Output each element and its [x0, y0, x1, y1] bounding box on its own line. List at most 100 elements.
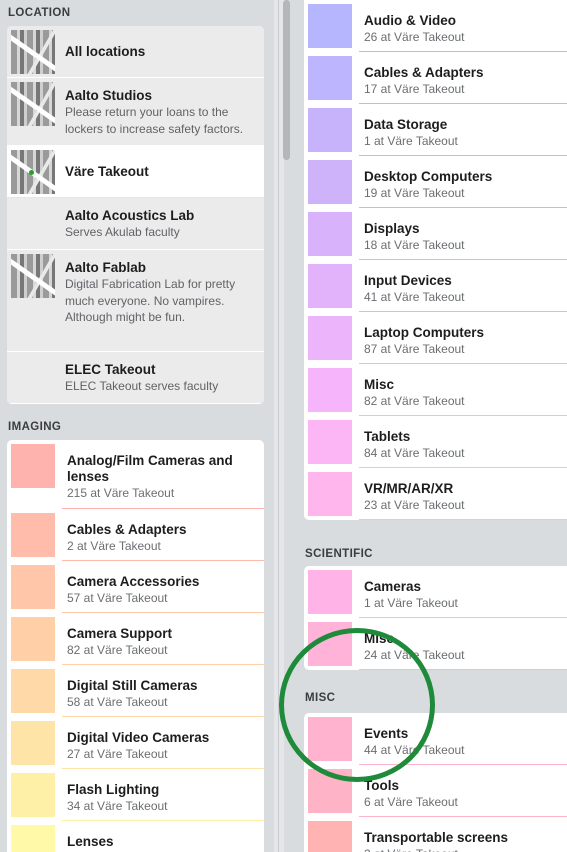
category-item-camera-support[interactable]: Camera Support 82 at Väre Takeout [7, 613, 264, 665]
location-item-elec-takeout[interactable]: ELEC Takeout ELEC Takeout serves faculty [7, 352, 264, 404]
category-color-swatch [308, 769, 352, 813]
category-color-swatch [308, 56, 352, 100]
category-title: Input Devices [364, 273, 452, 288]
category-item-displays[interactable]: Displays 18 at Väre Takeout [304, 208, 567, 260]
category-item-transportable-screens[interactable]: Transportable screens2 at Väre Takeout [304, 817, 567, 852]
category-title: Analog/Film Cameras and lenses [67, 453, 233, 484]
location-title: Aalto Acoustics Lab [65, 208, 195, 223]
category-color-swatch [308, 821, 352, 852]
category-count: 34 at Väre Takeout [67, 799, 168, 813]
location-title: ELEC Takeout [65, 362, 156, 377]
category-item-cameras[interactable]: Cameras 1 at Väre Takeout [304, 566, 567, 618]
category-color-swatch [308, 622, 352, 666]
category-item-digital-video-cameras[interactable]: Digital Video Cameras 27 at Väre Takeout [7, 717, 264, 769]
category-count: 27 at Väre Takeout [67, 747, 168, 761]
category-count: 2 at Väre Takeout [67, 539, 161, 553]
map-thumbnail [11, 82, 55, 126]
location-item-all-locations[interactable]: All locations [7, 26, 264, 78]
category-item-analog-film-cameras-and-lenses[interactable]: Analog/Film Cameras and lenses 215 at Vär… [7, 440, 264, 509]
category-color-swatch [11, 721, 55, 765]
category-item-lenses[interactable]: Lenses93 at Väre Takeout [7, 821, 264, 852]
location-description: Digital Fabrication Lab for pretty much … [65, 277, 236, 324]
category-item-flash-lighting[interactable]: Flash Lighting 34 at Väre Takeout [7, 769, 264, 821]
category-item-input-devices[interactable]: Input Devices 41 at Väre Takeout [304, 260, 567, 312]
category-title: Camera Support [67, 626, 173, 641]
category-count: 215 at Väre Takeout [67, 486, 175, 500]
category-item-misc[interactable]: Misc 82 at Väre Takeout [304, 364, 567, 416]
imaging-category-list: Analog/Film Cameras and lenses 215 at Vär… [7, 440, 264, 852]
location-title: Aalto Studios [65, 88, 152, 103]
map-thumbnail [11, 150, 55, 194]
category-title: Cables & Adapters [67, 522, 187, 537]
location-description: ELEC Takeout serves faculty [65, 379, 219, 393]
category-title: Digital Video Cameras [67, 730, 210, 745]
category-title: Transportable screens [364, 830, 509, 845]
category-color-swatch [308, 316, 352, 360]
category-item-data-storage[interactable]: Data Storage 1 at Väre Takeout [304, 104, 567, 156]
category-count: 44 at Väre Takeout [364, 743, 465, 757]
category-color-swatch [308, 264, 352, 308]
map-thumbnail [11, 254, 55, 298]
category-title: Flash Lighting [67, 782, 160, 797]
category-color-swatch [308, 570, 352, 614]
category-color-swatch [308, 4, 352, 48]
category-item-desktop-computers[interactable]: Desktop Computers 19 at Väre Takeout [304, 156, 567, 208]
location-item-aalto-acoustics-lab[interactable]: Aalto Acoustics Lab Serves Akulab faculty [7, 198, 264, 250]
category-item-events[interactable]: Events 44 at Väre Takeout [304, 713, 567, 765]
scientific-category-list: Cameras 1 at Väre Takeout Misc. 24 at Väre … [304, 566, 567, 670]
category-title: Audio & Video [364, 13, 457, 28]
category-title: Laptop Computers [364, 325, 484, 340]
location-section-header: LOCATION [8, 7, 71, 19]
category-count: 23 at Väre Takeout [364, 498, 465, 512]
category-title: Cameras [364, 579, 422, 594]
location-description: Please return your loans to the lockers … [65, 105, 244, 136]
category-color-swatch [308, 717, 352, 761]
category-item-misc[interactable]: Misc. 24 at Väre Takeout [304, 618, 567, 670]
computers-category-list: Audio & Video 26 at Väre Takeout Cables & … [304, 0, 567, 520]
category-count: 1 at Väre Takeout [364, 596, 458, 610]
location-item-aalto-studios[interactable]: Aalto Studios Please return your loans to… [7, 78, 264, 146]
category-color-swatch [11, 617, 55, 661]
location-item-v-re-takeout[interactable]: Väre Takeout [7, 146, 264, 198]
category-color-swatch [11, 773, 55, 817]
location-title: Väre Takeout [65, 164, 149, 179]
location-title: Aalto Fablab [65, 260, 147, 275]
category-color-swatch [308, 368, 352, 412]
category-count: 84 at Väre Takeout [364, 446, 465, 460]
category-count: 82 at Väre Takeout [67, 643, 168, 657]
category-item-audio-video[interactable]: Audio & Video 26 at Väre Takeout [304, 0, 567, 52]
misc-section-header: MISC [305, 692, 336, 704]
scientific-section-header: SCIENTIFIC [305, 548, 373, 560]
location-item-aalto-fablab[interactable]: Aalto Fablab Digital Fabrication Lab for … [7, 250, 264, 352]
category-color-swatch [11, 513, 55, 557]
category-count: 58 at Väre Takeout [67, 695, 168, 709]
category-title: Digital Still Cameras [67, 678, 198, 693]
category-title: Events [364, 726, 409, 741]
locations-sidebar: LOCATION All locations Aalto Studios Pleas… [0, 0, 274, 852]
category-title: Camera Accessories [67, 574, 200, 589]
category-count: 1 at Väre Takeout [364, 134, 458, 148]
category-color-swatch [11, 444, 55, 488]
category-item-vr-mr-ar-xr[interactable]: VR/MR/AR/XR 23 at Väre Takeout [304, 468, 567, 520]
category-title: Tools [364, 778, 399, 793]
category-item-cables-adapters[interactable]: Cables & Adapters 17 at Väre Takeout [304, 52, 567, 104]
thumbnail-placeholder [11, 356, 55, 400]
location-description: Serves Akulab faculty [65, 225, 180, 239]
category-color-swatch [308, 212, 352, 256]
category-count: 19 at Väre Takeout [364, 186, 465, 200]
category-item-laptop-computers[interactable]: Laptop Computers 87 at Väre Takeout [304, 312, 567, 364]
category-color-swatch [308, 160, 352, 204]
category-item-tools[interactable]: Tools 6 at Väre Takeout [304, 765, 567, 817]
category-item-camera-accessories[interactable]: Camera Accessories 57 at Väre Takeout [7, 561, 264, 613]
category-count: 41 at Väre Takeout [364, 290, 465, 304]
category-item-digital-still-cameras[interactable]: Digital Still Cameras 58 at Väre Takeout [7, 665, 264, 717]
location-list: All locations Aalto Studios Please return … [7, 26, 264, 404]
category-title: Lenses [67, 834, 114, 849]
imaging-section-header: IMAGING [8, 421, 62, 433]
category-title: Displays [364, 221, 420, 236]
category-item-cables-adapters[interactable]: Cables & Adapters 2 at Väre Takeout [7, 509, 264, 561]
category-color-swatch [11, 565, 55, 609]
scrollbar-thumb[interactable] [283, 0, 290, 160]
category-item-tablets[interactable]: Tablets 84 at Väre Takeout [304, 416, 567, 468]
location-title: All locations [65, 44, 146, 59]
